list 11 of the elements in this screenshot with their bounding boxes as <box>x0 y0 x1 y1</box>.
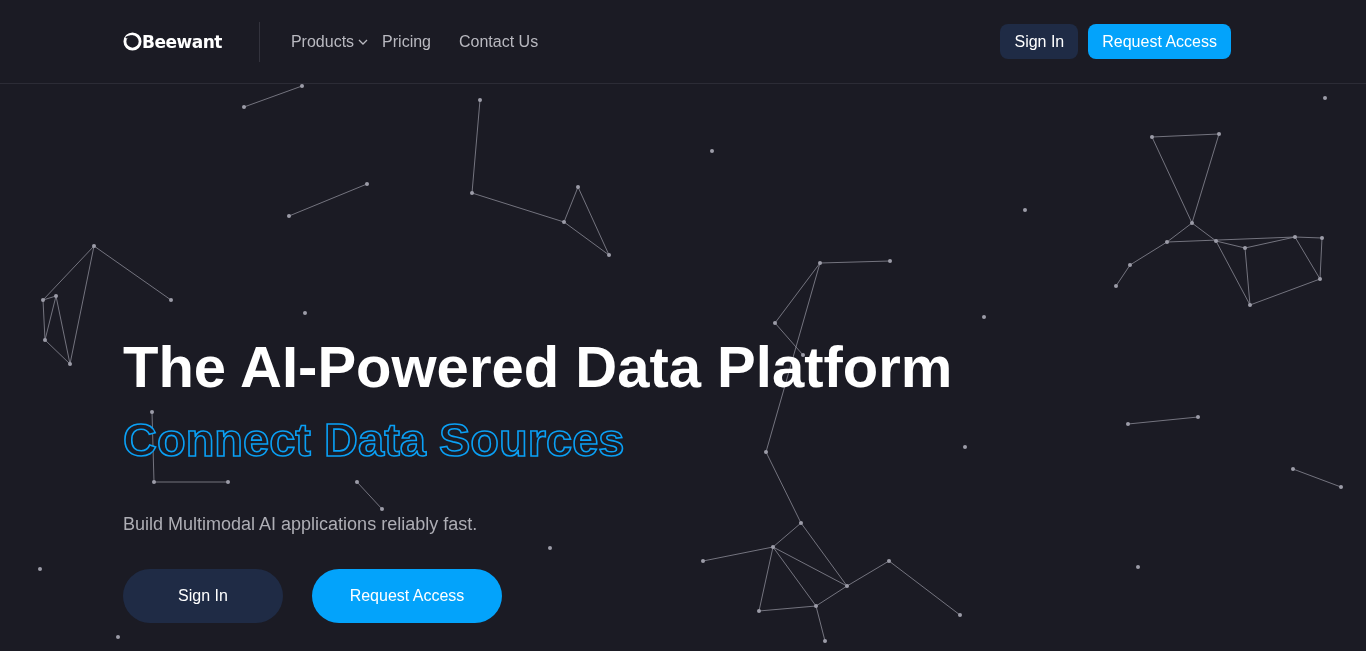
logo-icon <box>123 32 142 51</box>
nav-link[interactable]: Contact Us <box>459 32 539 51</box>
nav-link[interactable]: Pricing <box>382 32 431 51</box>
hero-title: The AI-Powered Data Platform <box>123 333 953 401</box>
sign-in-button[interactable]: Sign In <box>1000 24 1079 59</box>
hero-highlight: Connect Data Sources <box>123 412 625 468</box>
sign-in-button[interactable]: Sign In <box>123 569 283 623</box>
nav-link[interactable]: Products <box>290 32 369 51</box>
hero-subtitle: Build Multimodal AI applications reliably fast. <box>123 514 478 535</box>
chevron-down-icon <box>358 38 369 45</box>
logo-text: Beewant <box>142 21 260 62</box>
